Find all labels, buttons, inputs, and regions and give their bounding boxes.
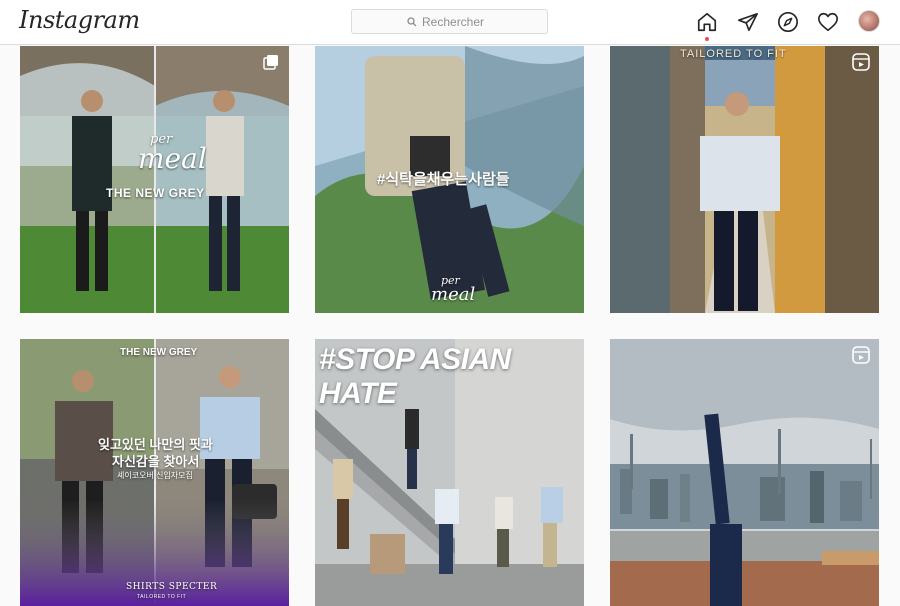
banner-text: TAILORED TO FIT [680, 48, 787, 60]
brand-subtext: TAILORED TO FIT [137, 594, 187, 600]
post-tile-1[interactable]: per meal THE NEW GREY [20, 46, 289, 313]
caption: THE NEW GREY [120, 347, 198, 358]
post-image [20, 46, 289, 313]
caption: THE NEW GREY [106, 186, 205, 200]
explore-icon [778, 12, 798, 32]
post-tile-5[interactable]: #STOP ASIAN HATE [315, 339, 584, 606]
home-icon [697, 12, 717, 32]
instagram-logo[interactable]: Instagram [19, 6, 140, 34]
carousel-icon [263, 55, 278, 70]
reel-icon [852, 53, 870, 71]
post-tile-6[interactable] [610, 339, 879, 606]
top-navigation-bar: Instagram [0, 0, 900, 45]
post-image [610, 339, 879, 606]
direct-icon [738, 12, 758, 32]
notification-dot [705, 37, 709, 41]
avatar[interactable] [858, 10, 880, 32]
post-image [610, 46, 879, 313]
home-button[interactable] [695, 10, 719, 34]
reel-icon [852, 346, 870, 364]
post-tile-3[interactable]: TAILORED TO FIT [610, 46, 879, 313]
direct-button[interactable] [736, 10, 760, 34]
post-tile-4[interactable]: THE NEW GREY 잊고있던 나만의 핏과 자신감을 찾아서 셰이코오버 … [20, 339, 289, 606]
headline: #STOP ASIAN HATE [319, 343, 511, 410]
headline-line-2: 자신감을 찾아서 [112, 454, 200, 469]
brand-main: meal [138, 142, 207, 175]
search-icon [407, 16, 417, 26]
headline-line-3: 셰이코오버 신입자모집 [117, 471, 193, 480]
post-tile-2[interactable]: #식탁을채우는사람들 per meal [315, 46, 584, 313]
search-bar[interactable] [351, 9, 548, 34]
hashtag-text: #식탁을채우는사람들 [377, 171, 510, 188]
brand-main: meal [431, 284, 476, 305]
explore-button[interactable] [776, 10, 800, 34]
brand-logo-text: SHIRTS SPECTER [126, 582, 218, 592]
heart-icon [818, 12, 838, 32]
activity-button[interactable] [816, 10, 840, 34]
search-input[interactable] [422, 14, 492, 29]
